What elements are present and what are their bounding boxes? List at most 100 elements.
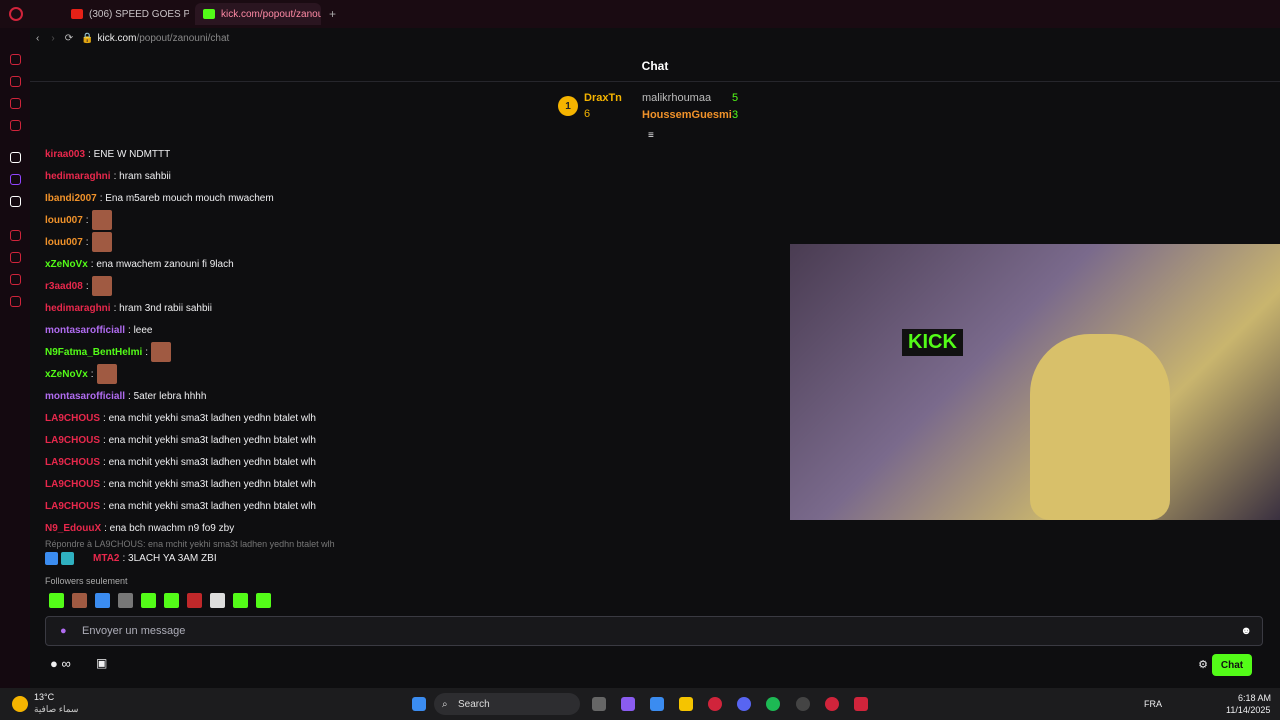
message-text: : leee [128,324,153,336]
chat-message: LA9CHOUS: ena mchit yekhi sma3t ladhen y… [45,451,805,473]
reload-icon[interactable]: ⟳ [65,33,73,44]
emote-icon[interactable] [256,593,271,608]
message-text: : ena mchit yekhi sma3t ladhen yedhn bta… [103,478,316,490]
chat-send-button[interactable]: Chat [1212,654,1252,676]
chat-message: hedimaraghni: hram 3nd rabii sahbii [45,297,805,319]
emote-icon[interactable] [95,593,110,608]
address-bar[interactable]: ‹ › ⟳ 🔒 kick.com/popout/zanouni/chat [30,28,1280,48]
sidebar-icon[interactable] [10,152,21,163]
message-text: : ena bch nwachm n9 fo9 zby [104,522,235,534]
emote-icon[interactable] [141,593,156,608]
emoji-icon[interactable]: ☻ [1240,625,1252,637]
username[interactable]: louu007 [45,237,83,248]
chat-message: kiraa003: ENE W NDMTTT [45,143,805,165]
leader-name[interactable]: HoussemGuesmi [642,109,732,121]
message-text: : 3LACH YA 3AM ZBI [122,552,217,564]
username[interactable]: N9Fatma_BentHelmi [45,347,142,358]
username[interactable]: hedimaraghni [45,171,111,182]
rank-badge: 1 [558,96,578,116]
username[interactable]: montasarofficiall [45,325,125,336]
forward-icon[interactable]: › [51,33,54,44]
username[interactable]: montasarofficiall [45,391,125,402]
followers-only: Followers seulement [45,576,128,586]
start-icon[interactable] [412,697,426,711]
opera-sidebar [0,28,30,688]
settings-icon[interactable] [10,296,21,307]
store-icon[interactable] [650,697,664,711]
taskbar-search[interactable]: ⌕ Search [434,693,580,715]
username[interactable]: xZeNoVx [45,259,88,270]
scroll-down-icon[interactable]: ≡ [648,130,654,141]
message-text: : ena mchit yekhi sma3t ladhen yedhn bta… [103,456,316,468]
chat-message: louu007: [45,209,805,231]
emote-icon[interactable] [210,593,225,608]
emote-icon[interactable] [118,593,133,608]
message-text: : ena mchit yekhi sma3t ladhen yedhn bta… [103,434,316,446]
emote-icon [91,232,112,252]
message-input[interactable]: ● Envoyer un message ☻ [45,616,1263,646]
store-icon[interactable]: ▣ [96,656,107,670]
username[interactable]: kiraa003 [45,149,85,160]
copilot-icon[interactable] [621,697,635,711]
stream-video-overlay[interactable]: KICK [790,244,1280,520]
explorer-icon[interactable] [679,697,693,711]
username[interactable]: MTA2 [93,553,119,564]
tab-kick[interactable]: kick.com/popout/zanouni [195,3,321,25]
username[interactable]: louu007 [45,215,83,226]
emote-icon [96,364,117,384]
emote-icon[interactable] [72,593,87,608]
opera-logo-icon[interactable] [9,7,23,21]
back-icon[interactable]: ‹ [36,33,39,44]
message-text: : hram sahbii [113,170,171,182]
leaderboard: 1 DraxTn 6 malikrhoumaa 5 HoussemGuesmi … [558,90,758,130]
message-text: : [85,214,89,226]
sidebar-icon[interactable] [10,76,21,87]
clock-time[interactable]: 6:18 AM [1238,693,1271,703]
spotify-icon[interactable] [766,697,780,711]
app-icon[interactable] [854,697,868,711]
tab-youtube[interactable]: (306) SPEED GOES PRO... [63,3,189,25]
emote-icon[interactable] [164,593,179,608]
discord-icon[interactable] [737,697,751,711]
emote-bar [46,593,271,608]
username[interactable]: hedimaraghni [45,303,111,314]
username[interactable]: LA9CHOUS [45,413,100,424]
leader-name[interactable]: malikrhoumaa [642,92,711,104]
history-icon[interactable] [10,252,21,263]
tab-label: (306) SPEED GOES PRO... [89,8,189,20]
chat-message: LA9CHOUS: ena mchit yekhi sma3t ladhen y… [45,429,805,451]
message-text: : [90,368,94,380]
username[interactable]: LA9CHOUS [45,501,100,512]
opera-gx-icon[interactable] [796,697,810,711]
app-icon[interactable] [825,697,839,711]
new-tab-button[interactable]: + [329,7,336,21]
task-view-icon[interactable] [592,697,606,711]
leader-name[interactable]: DraxTn [584,92,622,104]
opera-icon[interactable] [708,697,722,711]
sidebar-icon[interactable] [10,98,21,109]
clock-date[interactable]: 11/14/2025 [1226,705,1270,715]
message-text: : 5ater lebra hhhh [128,390,207,402]
username[interactable]: LA9CHOUS [45,435,100,446]
x-icon[interactable] [10,196,21,207]
username[interactable]: xZeNoVx [45,369,88,380]
sidebar-icon[interactable] [10,54,21,65]
username[interactable]: Ibandi2007 [45,193,97,204]
sidebar-icon[interactable] [10,274,21,285]
username[interactable]: N9_EdouuX [45,523,101,534]
url-domain: kick.com [97,32,137,44]
language[interactable]: FRA [1144,699,1162,709]
username[interactable]: LA9CHOUS [45,457,100,468]
twitch-icon[interactable] [10,174,21,185]
settings-icon[interactable]: ⚙ [1198,658,1208,671]
emote-icon[interactable] [187,593,202,608]
sidebar-icon[interactable] [10,120,21,131]
infinity-icon[interactable]: ● ∞ [50,656,71,671]
username[interactable]: r3aad08 [45,281,83,292]
windows-taskbar: 13°C سماء صافية ⌕ Search FRA 6:18 AM 11/1… [0,688,1280,720]
emote-icon[interactable] [233,593,248,608]
mic-icon[interactable]: ● [60,625,67,637]
username[interactable]: LA9CHOUS [45,479,100,490]
emote-icon[interactable] [49,593,64,608]
sidebar-icon[interactable] [10,230,21,241]
